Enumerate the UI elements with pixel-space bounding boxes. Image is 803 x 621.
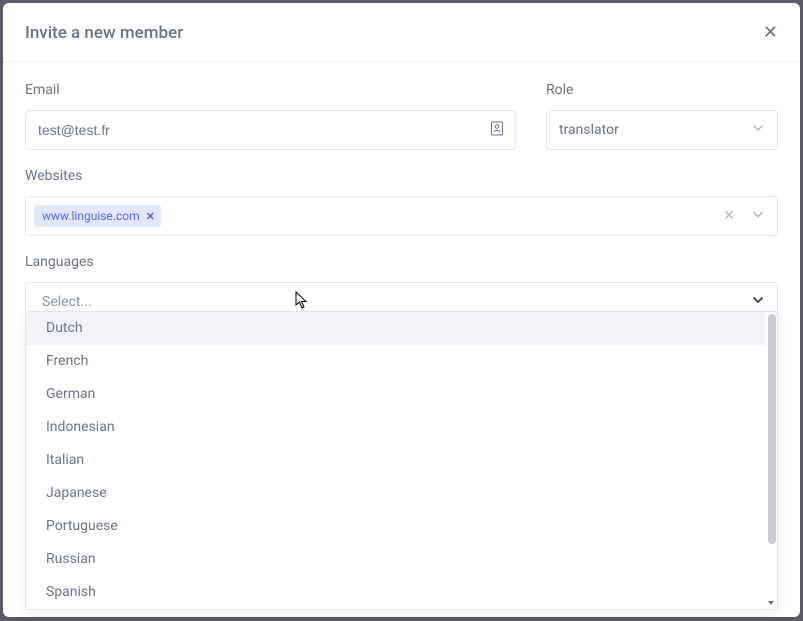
modal-header: Invite a new member ✕ <box>3 3 800 62</box>
chevron-down-icon <box>751 121 765 139</box>
role-label: Role <box>546 82 778 98</box>
role-select[interactable]: translator <box>546 110 778 150</box>
email-label: Email <box>25 82 516 98</box>
scrollbar[interactable] <box>765 312 777 609</box>
email-input[interactable] <box>25 110 516 150</box>
scrollbar-thumb[interactable] <box>768 314 776 544</box>
language-option[interactable]: Japanese <box>26 477 765 510</box>
websites-label: Websites <box>25 168 778 184</box>
clear-icon[interactable]: ✕ <box>723 208 735 224</box>
modal-body: Email Role translator <box>3 62 800 342</box>
websites-select[interactable]: www.linguise.com ✕ ✕ <box>25 196 778 236</box>
language-option[interactable]: Spanish <box>26 576 765 609</box>
chevron-down-icon <box>751 207 765 226</box>
language-option[interactable]: Indonesian <box>26 411 765 444</box>
language-option[interactable]: Russian <box>26 543 765 576</box>
invite-member-modal: Invite a new member ✕ Email <box>3 3 800 617</box>
modal-title: Invite a new member <box>25 23 183 43</box>
language-option[interactable]: Italian <box>26 444 765 477</box>
language-option[interactable]: Dutch <box>26 312 765 345</box>
languages-option-list: DutchFrenchGermanIndonesianItalianJapane… <box>26 312 765 609</box>
languages-placeholder: Select... <box>38 294 92 310</box>
role-value: translator <box>559 122 619 138</box>
languages-label: Languages <box>25 254 778 270</box>
close-icon[interactable]: ✕ <box>763 24 778 42</box>
scroll-down-icon[interactable] <box>767 599 775 607</box>
website-tag: www.linguise.com ✕ <box>34 205 161 227</box>
website-tag-label: www.linguise.com <box>42 209 140 223</box>
languages-dropdown: DutchFrenchGermanIndonesianItalianJapane… <box>25 311 778 610</box>
language-option[interactable]: Portuguese <box>26 510 765 543</box>
contact-card-icon[interactable] <box>490 121 504 140</box>
chevron-down-icon <box>751 293 765 311</box>
tag-remove-icon[interactable]: ✕ <box>146 210 155 223</box>
language-option[interactable]: French <box>26 345 765 378</box>
language-option[interactable]: German <box>26 378 765 411</box>
